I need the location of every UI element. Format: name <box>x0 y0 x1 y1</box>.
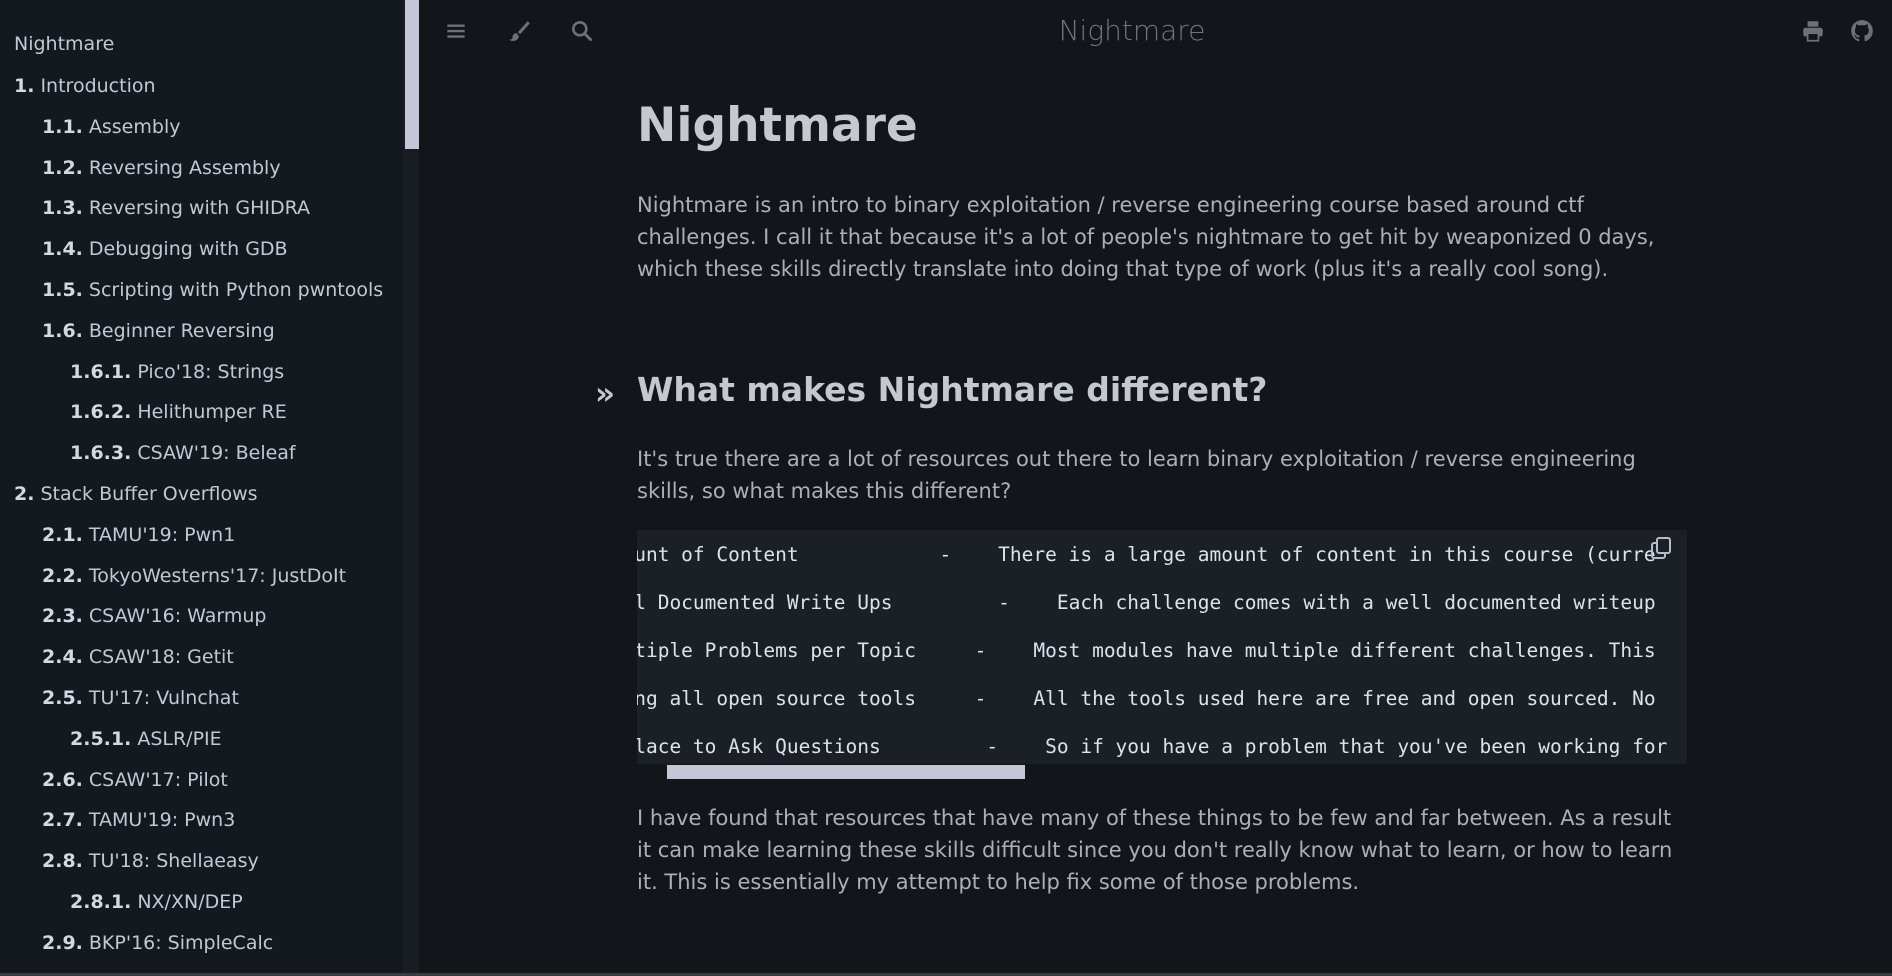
sidebar-item-number: 1.3. <box>42 197 83 220</box>
section-paragraph: It's true there are a lot of resources o… <box>637 447 1636 503</box>
sidebar-item-label: TU'18: Shellaeasy <box>88 850 259 873</box>
sidebar-item-number: 1.6.3. <box>70 442 132 465</box>
header-anchor-link[interactable]: » <box>595 376 615 412</box>
sidebar-item[interactable]: 1.5. Scripting with Python pwntools <box>42 278 383 302</box>
sidebar-item[interactable]: 2.4. CSAW'18: Getit <box>42 645 234 669</box>
code-lines: Amount of Content - There is a large amo… <box>637 536 1667 764</box>
paintbrush-icon[interactable] <box>506 18 532 44</box>
sidebar-item[interactable]: 1.6.2. Helithumper RE <box>70 400 287 424</box>
sidebar-item-label: TokyoWesterns'17: JustDoIt <box>88 564 347 587</box>
sidebar-item-number: 1.1. <box>42 115 83 138</box>
sidebar-item[interactable]: 2.8. TU'18: Shellaeasy <box>42 849 259 873</box>
github-icon[interactable] <box>1849 18 1875 44</box>
menu-icon[interactable] <box>443 18 469 44</box>
print-icon[interactable] <box>1800 18 1826 44</box>
sidebar-item-label: Debugging with GDB <box>88 238 288 261</box>
sidebar-item-label: Stack Buffer Overflows <box>40 483 258 505</box>
sidebar-item-number: 2.4. <box>42 646 83 669</box>
sidebar-item-label: Helithumper RE <box>137 401 287 424</box>
sidebar-item[interactable]: 2. Stack Buffer Overflows <box>14 482 258 506</box>
sidebar-item[interactable]: 2.8.1. NX/XN/DEP <box>70 890 243 914</box>
sidebar-item-number: 1.4. <box>42 238 83 261</box>
sidebar-item[interactable]: 1. Introduction <box>14 74 156 98</box>
sidebar-item-number: 1.5. <box>42 279 83 301</box>
sidebar-item[interactable]: 1.6.1. Pico'18: Strings <box>70 360 284 384</box>
sidebar-item-label: BKP'16: SimpleCalc <box>88 931 274 954</box>
sidebar-item-label: NX/XN/DEP <box>137 891 243 913</box>
sidebar-item[interactable]: 2.2. TokyoWesterns'17: JustDoIt <box>42 564 346 588</box>
sidebar-item-label: CSAW'18: Getit <box>88 646 234 669</box>
code-block[interactable]: Amount of Content - There is a large amo… <box>637 530 1687 764</box>
code-horizontal-scrollbar[interactable] <box>667 765 1025 779</box>
sidebar-item[interactable]: 2.5. TU'17: Vulnchat <box>42 686 239 710</box>
sidebar-item-number: 2.8. <box>42 850 83 873</box>
copy-icon[interactable] <box>1650 536 1672 560</box>
sidebar-item-label: Scripting with Python pwntools <box>88 279 384 301</box>
search-icon[interactable] <box>569 18 595 44</box>
sidebar-item-label: Assembly <box>88 115 181 138</box>
sidebar-item[interactable]: 1.6.3. CSAW'19: Beleaf <box>70 441 296 465</box>
sidebar-item-number: 2.5.1. <box>70 727 132 750</box>
code-line: A Place to Ask Questions - So if you hav… <box>637 735 1668 758</box>
sidebar-title[interactable]: Nightmare <box>14 33 114 55</box>
section-heading[interactable]: What makes Nightmare different? <box>637 370 1267 409</box>
sidebar-item-label: TAMU'19: Pwn1 <box>88 523 236 546</box>
sidebar-item-label: Beginner Reversing <box>88 319 275 342</box>
sidebar-item-number: 1.6.2. <box>70 401 132 424</box>
book-title: Nightmare <box>1058 14 1206 47</box>
sidebar-item-number: 2.6. <box>42 768 83 791</box>
code-line: Amount of Content - There is a large amo… <box>637 543 1656 566</box>
sidebar-item-label: Reversing Assembly <box>88 156 281 179</box>
sidebar-item-number: 1.6. <box>42 319 83 342</box>
sidebar-item-number: 2.8.1. <box>70 891 132 913</box>
sidebar-item-label: CSAW'16: Warmup <box>88 605 267 628</box>
sidebar-item-label: ASLR/PIE <box>137 727 222 750</box>
sidebar-item-label: Reversing with GHIDRA <box>88 197 311 220</box>
sidebar-item-label: TAMU'19: Pwn3 <box>88 809 236 832</box>
code-line: Multiple Problems per Topic - Most modul… <box>637 639 1656 662</box>
sidebar-item-label: CSAW'19: Beleaf <box>137 442 296 465</box>
sidebar-item[interactable]: 2.6. CSAW'17: Pilot <box>42 768 228 792</box>
sidebar-item-number: 2. <box>14 483 35 505</box>
sidebar-item-number: 2.9. <box>42 931 83 954</box>
sidebar-item[interactable]: 2.7. TAMU'19: Pwn3 <box>42 808 235 832</box>
sidebar-item[interactable]: 2.5.1. ASLR/PIE <box>70 727 222 751</box>
closing-paragraph: I have found that resources that have ma… <box>637 806 1673 894</box>
sidebar-item[interactable]: 1.6. Beginner Reversing <box>42 319 275 343</box>
sidebar-item-label: CSAW'17: Pilot <box>88 768 228 791</box>
sidebar-item[interactable]: 2.9. BKP'16: SimpleCalc <box>42 931 273 955</box>
sidebar-item-number: 1.6.1. <box>70 360 132 383</box>
code-line: Using all open source tools - All the to… <box>637 687 1656 710</box>
sidebar-item-number: 1. <box>14 75 35 97</box>
sidebar-item-label: Introduction <box>40 75 156 97</box>
sidebar-item-number: 2.3. <box>42 605 83 628</box>
menu-bar: Nightmare <box>419 0 1892 64</box>
sidebar-item[interactable]: 1.2. Reversing Assembly <box>42 156 281 180</box>
intro-paragraph: Nightmare is an intro to binary exploita… <box>637 193 1655 281</box>
sidebar-item[interactable]: 2.1. TAMU'19: Pwn1 <box>42 523 235 547</box>
page-title: Nightmare <box>637 98 918 153</box>
sidebar-item[interactable]: 1.4. Debugging with GDB <box>42 237 288 261</box>
sidebar-item-number: 2.2. <box>42 564 83 587</box>
sidebar-item-label: TU'17: Vulnchat <box>88 687 239 709</box>
sidebar: Nightmare 1. Introduction 1.1. Assembly 1.2.… <box>0 0 403 976</box>
sidebar-item[interactable]: 2.3. CSAW'16: Warmup <box>42 604 266 628</box>
sidebar-item-number: 2.1. <box>42 523 83 546</box>
sidebar-item-label: Pico'18: Strings <box>137 360 285 383</box>
sidebar-item[interactable]: 1.1. Assembly <box>42 115 180 139</box>
code-line: Well Documented Write Ups - Each challen… <box>637 591 1656 614</box>
sidebar-scrollbar[interactable] <box>405 0 419 149</box>
sidebar-item-number: 2.7. <box>42 809 83 832</box>
sidebar-item[interactable]: 1.3. Reversing with GHIDRA <box>42 196 310 220</box>
sidebar-item-number: 1.2. <box>42 156 83 179</box>
sidebar-item-number: 2.5. <box>42 687 83 709</box>
